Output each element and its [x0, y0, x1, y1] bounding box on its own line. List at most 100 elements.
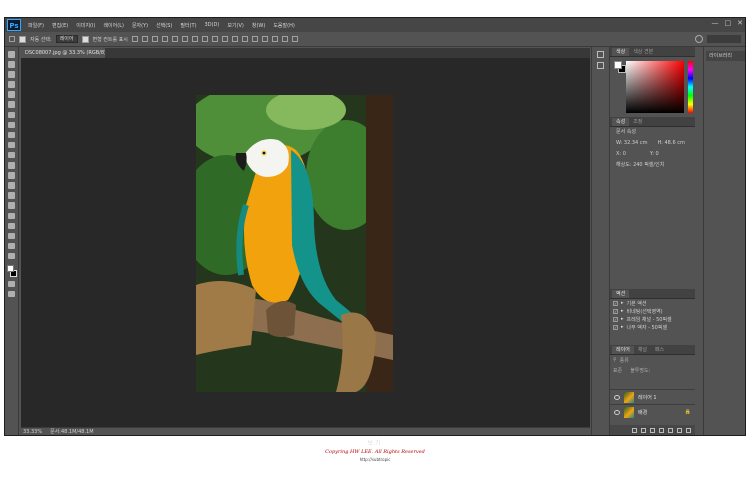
width-value[interactable]: W: 32.34 cm — [616, 139, 647, 148]
layer-style-icon[interactable] — [641, 427, 646, 433]
align-hcenter-icon[interactable] — [171, 36, 178, 42]
screen-mode-icon[interactable] — [8, 290, 15, 298]
layer-name[interactable]: 배경 — [638, 409, 647, 416]
menu-help[interactable]: 도움말(H) — [269, 22, 298, 29]
action-row[interactable]: ✓ ▸ 비네팅(선택영역) — [610, 307, 695, 315]
auto-select-checkbox[interactable] — [19, 35, 26, 43]
zoom-tool-icon[interactable] — [8, 242, 15, 250]
lasso-tool-icon[interactable] — [8, 71, 15, 78]
tab-layers[interactable]: 레이어 — [612, 346, 634, 354]
move-tool-icon[interactable] — [8, 51, 15, 58]
menu-type[interactable]: 문자(Y) — [128, 22, 152, 29]
marquee-tool-icon[interactable] — [8, 61, 15, 68]
close-icon[interactable]: ✕ — [737, 19, 743, 27]
add-mask-icon[interactable] — [650, 427, 655, 433]
3d-slide-icon[interactable] — [281, 36, 288, 42]
tab-properties[interactable]: 속성 — [612, 118, 630, 126]
blend-mode-select[interactable]: 표준 — [613, 367, 622, 374]
clone-stamp-tool-icon[interactable] — [8, 131, 15, 139]
pen-tool-icon[interactable] — [8, 192, 15, 199]
delete-layer-icon[interactable] — [686, 427, 691, 433]
tab-adjustments[interactable]: 조정 — [629, 118, 646, 126]
actions-panel-icon[interactable] — [596, 62, 604, 69]
quick-select-tool-icon[interactable] — [8, 81, 15, 88]
eye-icon[interactable] — [614, 394, 620, 400]
new-group-icon[interactable] — [668, 427, 673, 433]
history-panel-icon[interactable] — [596, 51, 604, 58]
brush-tool-icon[interactable] — [8, 121, 15, 129]
menu-file[interactable]: 파일(F) — [24, 22, 48, 29]
adjustment-layer-icon[interactable] — [659, 427, 664, 433]
auto-select-dropdown[interactable]: 레이어 — [55, 35, 78, 43]
3d-scale-icon[interactable] — [291, 36, 298, 42]
align-bottom-icon[interactable] — [151, 36, 158, 42]
type-tool-icon[interactable] — [8, 202, 15, 209]
tab-paths[interactable]: 패스 — [651, 346, 668, 354]
hand-tool-icon[interactable] — [8, 232, 15, 240]
tab-color[interactable]: 색상 — [612, 48, 630, 56]
gradient-tool-icon[interactable] — [8, 162, 15, 169]
canvas-area[interactable] — [21, 58, 590, 427]
tab-actions[interactable]: 액션 — [612, 290, 630, 298]
action-check-icon[interactable]: ✓ — [613, 308, 618, 314]
distribute-right-icon[interactable] — [241, 36, 248, 42]
action-check-icon[interactable]: ✓ — [613, 300, 618, 306]
height-value[interactable]: H: 48.6 cm — [657, 139, 684, 148]
align-top-icon[interactable] — [131, 36, 138, 42]
eyedropper-tool-icon[interactable] — [8, 101, 15, 108]
move-tool-icon[interactable] — [9, 36, 15, 42]
distribute-left-icon[interactable] — [221, 36, 228, 42]
lock-icon[interactable]: 🔒 — [685, 409, 691, 415]
distribute-bottom-icon[interactable] — [211, 36, 218, 42]
document-tab[interactable]: DSC08007.jpg @ 33.3% (RGB/8) * — [21, 48, 105, 58]
history-brush-tool-icon[interactable] — [8, 141, 15, 149]
libraries-button[interactable]: 라이브러리 — [706, 51, 745, 61]
menu-layer[interactable]: 레이어(L) — [99, 22, 128, 29]
menu-edit[interactable]: 편집(E) — [48, 22, 72, 29]
layer-name[interactable]: 레이어 1 — [638, 394, 657, 401]
foreground-color-chip[interactable] — [614, 61, 622, 69]
opacity-label[interactable]: 불투명도: — [630, 367, 650, 374]
action-row[interactable]: ✓ ▸ 기본 액션 — [610, 299, 695, 307]
align-right-icon[interactable] — [181, 36, 188, 42]
action-check-icon[interactable]: ✓ — [613, 324, 618, 330]
distribute-vcenter-icon[interactable] — [201, 36, 208, 42]
layer-row[interactable]: 레이어 1 — [610, 389, 695, 404]
rectangle-tool-icon[interactable] — [8, 222, 15, 230]
y-value[interactable]: Y: 0 — [650, 150, 659, 159]
edit-toolbar-icon[interactable] — [8, 252, 15, 260]
transform-controls-checkbox[interactable] — [81, 35, 89, 43]
minimize-icon[interactable]: — — [712, 19, 719, 27]
quick-mask-icon[interactable] — [8, 280, 15, 288]
action-row[interactable]: ✓ ▸ 프레임 채널 - 50픽셀 — [610, 315, 695, 323]
menu-view[interactable]: 보기(V) — [223, 22, 248, 29]
menu-3d[interactable]: 3D(D) — [201, 22, 224, 28]
distribute-top-icon[interactable] — [191, 36, 198, 42]
distribute-hcenter-icon[interactable] — [231, 36, 238, 42]
action-check-icon[interactable]: ✓ — [613, 316, 618, 322]
healing-brush-tool-icon[interactable] — [8, 111, 15, 119]
search-icon[interactable] — [695, 35, 703, 43]
layer-kind-filter[interactable]: 종류 — [620, 357, 629, 364]
menu-select[interactable]: 선택(S) — [152, 22, 176, 29]
menu-image[interactable]: 이미지(I) — [72, 22, 99, 29]
layer-row[interactable]: 배경 🔒 — [610, 404, 695, 419]
3d-pan-icon[interactable] — [271, 36, 278, 42]
dodge-tool-icon[interactable] — [8, 182, 15, 189]
x-value[interactable]: X: 0 — [616, 150, 626, 159]
menu-filter[interactable]: 필터(T) — [176, 22, 200, 29]
maximize-icon[interactable]: □ — [725, 19, 732, 27]
path-select-tool-icon[interactable] — [8, 212, 15, 219]
eye-icon[interactable] — [614, 409, 620, 415]
3d-orbit-icon[interactable] — [251, 36, 258, 42]
crop-tool-icon[interactable] — [8, 91, 15, 98]
blur-tool-icon[interactable] — [8, 172, 15, 179]
color-picker-field[interactable] — [626, 61, 684, 113]
parrot-photo[interactable] — [196, 95, 393, 392]
eraser-tool-icon[interactable] — [8, 151, 15, 159]
workspace-switcher[interactable] — [707, 35, 741, 43]
hue-slider[interactable] — [688, 61, 693, 113]
align-vcenter-icon[interactable] — [141, 36, 148, 42]
action-row[interactable]: ✓ ▸ 나무 액자 - 50픽셀 — [610, 323, 695, 331]
color-swatches[interactable] — [6, 264, 17, 277]
